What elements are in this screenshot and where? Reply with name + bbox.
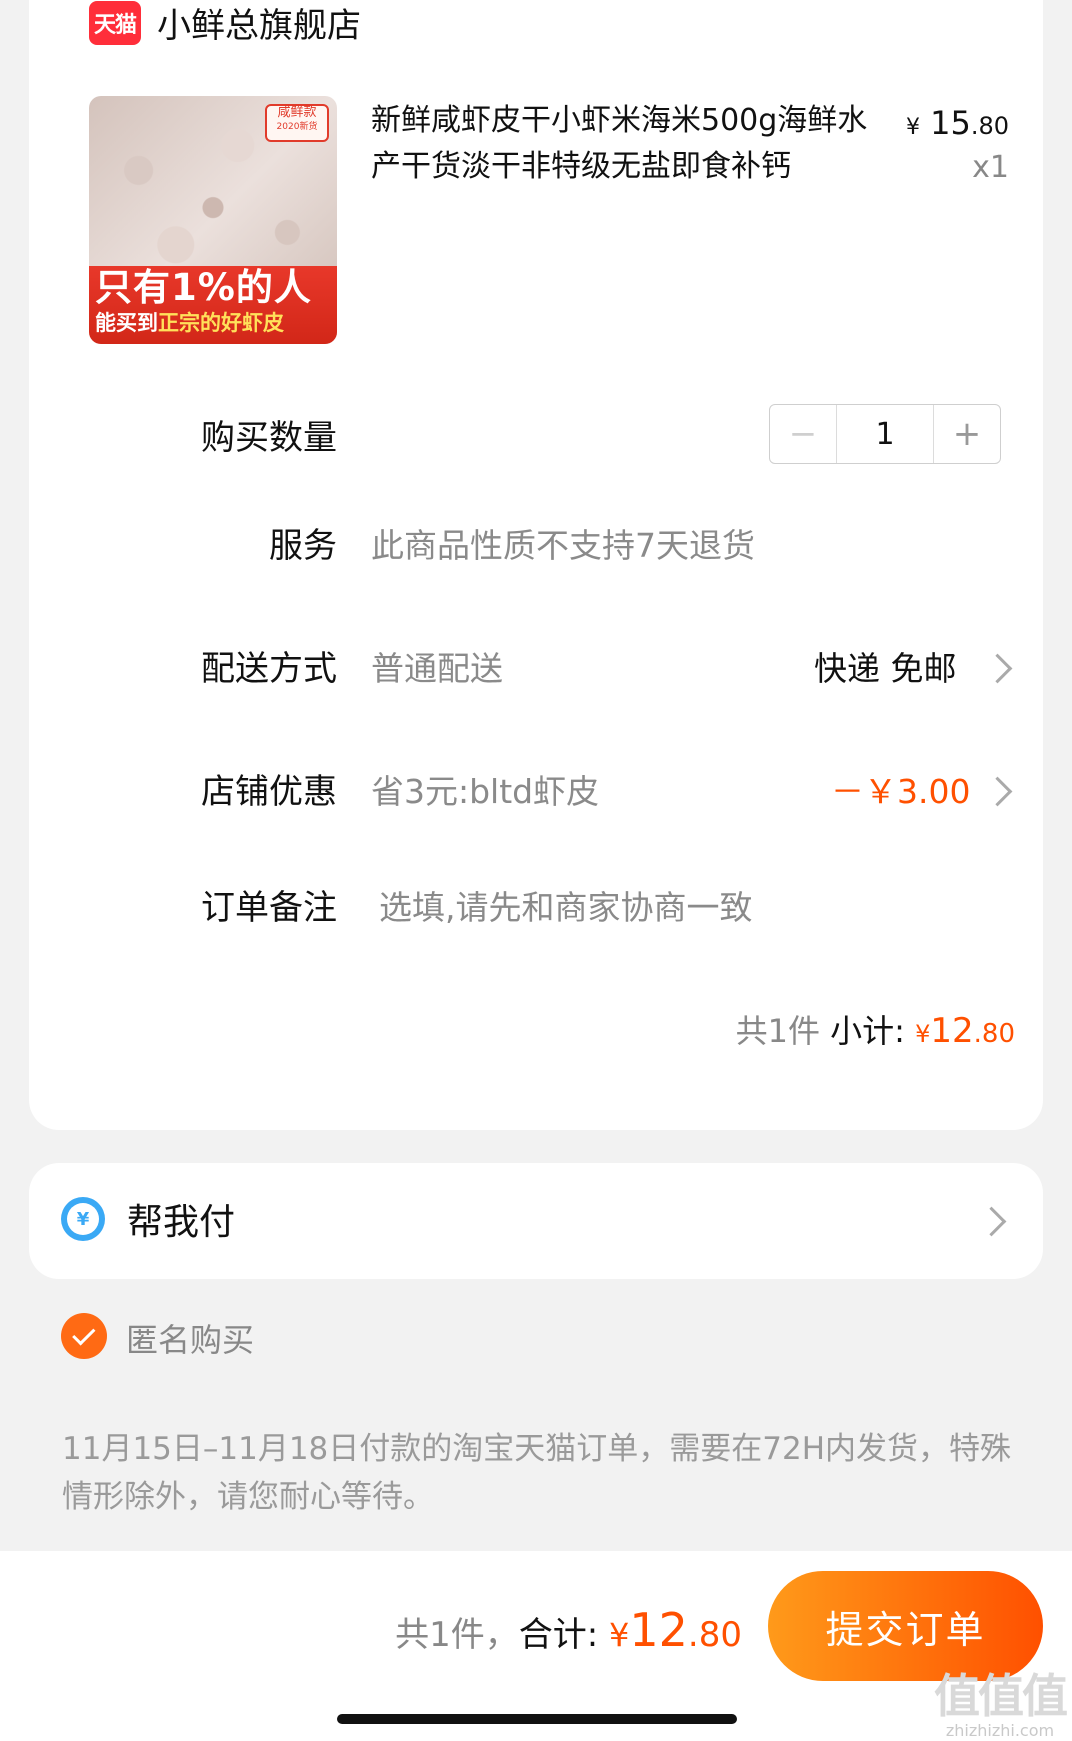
subtotal-count: 共1件 [735, 1012, 820, 1050]
banner-line2: 能买到正宗的好虾皮 [95, 310, 337, 336]
anonymous-checkbox[interactable] [61, 1313, 107, 1359]
total-currency: ¥ [609, 1616, 630, 1654]
home-indicator[interactable] [337, 1714, 737, 1724]
delivery-label: 配送方式 [201, 649, 337, 689]
subtotal-decimal: .80 [973, 1019, 1015, 1049]
product-price: ¥ 15.80 [906, 104, 1009, 142]
watermark-url: zhizhizhi.com [945, 1721, 1055, 1740]
service-label: 服务 [269, 526, 337, 566]
subtotal-integer: 12 [930, 1011, 974, 1051]
total-decimal: .80 [687, 1615, 742, 1655]
help-pay-row[interactable]: ¥ 帮我付 [29, 1163, 1043, 1279]
subtotal: 共1件 小计: ¥12.80 [736, 1006, 1015, 1052]
store-name[interactable]: 小鲜总旗舰店 [157, 0, 361, 47]
price-decimal: .80 [970, 112, 1009, 140]
chevron-right-icon [976, 1206, 1007, 1237]
watermark: 值值值 zhizhizhi.com [934, 1669, 1068, 1740]
total-count: 共1件， [395, 1615, 519, 1655]
submit-order-button[interactable]: 提交订单 [768, 1571, 1043, 1681]
store-header[interactable]: 天猫 小鲜总旗舰店 [89, 0, 361, 47]
tmall-logo: 天猫 [89, 0, 141, 45]
quantity-value[interactable]: 1 [836, 405, 934, 463]
discount-value: 省3元:bltd虾皮 [371, 772, 600, 811]
product-title[interactable]: 新鲜咸虾皮干小虾米海米500g海鲜水产干货淡干非特级无盐即食补钙 [371, 98, 891, 190]
note-label: 订单备注 [201, 888, 337, 928]
banner-line2-a: 能买到 [95, 311, 158, 335]
quantity-label: 购买数量 [201, 418, 337, 458]
price-currency: ¥ [905, 115, 920, 140]
order-note-input[interactable]: 选填,请先和商家协商一致 [379, 881, 753, 929]
subtotal-currency: ¥ [915, 1020, 931, 1048]
delivery-method: 快递 免邮 [814, 649, 957, 688]
total-integer: 12 [629, 1603, 688, 1657]
quantity-stepper: − 1 + [769, 404, 1001, 464]
banner-line2-b: 正宗的好虾皮 [158, 311, 284, 335]
increase-button[interactable]: + [934, 405, 1000, 463]
product-image[interactable]: 咸鲜款 2020新货 只有1%的人 能买到正宗的好虾皮 [89, 96, 337, 344]
product-image-badge: 咸鲜款 2020新货 [265, 104, 329, 142]
order-card: 天猫 小鲜总旗舰店 咸鲜款 2020新货 只有1%的人 能买到正宗的好虾皮 新鲜… [29, 0, 1043, 1130]
product-image-banner: 只有1%的人 能买到正宗的好虾皮 [89, 266, 337, 344]
help-pay-label: 帮我付 [127, 1202, 236, 1243]
product-quantity: x1 [972, 150, 1009, 185]
checkout-bar: 共1件，合计: ¥12.80 提交订单 值值值 zhizhizhi.com [0, 1551, 1072, 1741]
watermark-logo: 值值值 [934, 1669, 1068, 1723]
badge-subtext: 2020新货 [276, 122, 318, 132]
discount-amount: －￥3.00 [831, 772, 971, 811]
service-value: 此商品性质不支持7天退货 [371, 526, 755, 565]
total-label: 合计: [518, 1615, 599, 1655]
shipping-notice: 11月15日–11月18日付款的淘宝天猫订单，需要在72H内发货，特殊情形除外，… [62, 1431, 1012, 1515]
decrease-button[interactable]: − [770, 405, 836, 463]
price-integer: 15 [930, 104, 971, 142]
subtotal-label: 小计: [830, 1012, 905, 1050]
order-total: 共1件，合计: ¥12.80 [395, 1603, 742, 1657]
anonymous-label[interactable]: 匿名购买 [126, 1315, 254, 1361]
banner-line1: 只有1%的人 [95, 266, 312, 309]
chevron-right-icon [982, 653, 1013, 684]
badge-text: 咸鲜款 [277, 105, 317, 120]
checkmark-icon [71, 1322, 95, 1346]
yuan-symbol: ¥ [67, 1203, 99, 1235]
delivery-value: 普通配送 [371, 649, 503, 688]
discount-label: 店铺优惠 [201, 772, 337, 812]
chevron-right-icon [982, 776, 1013, 807]
yuan-icon: ¥ [61, 1197, 105, 1241]
